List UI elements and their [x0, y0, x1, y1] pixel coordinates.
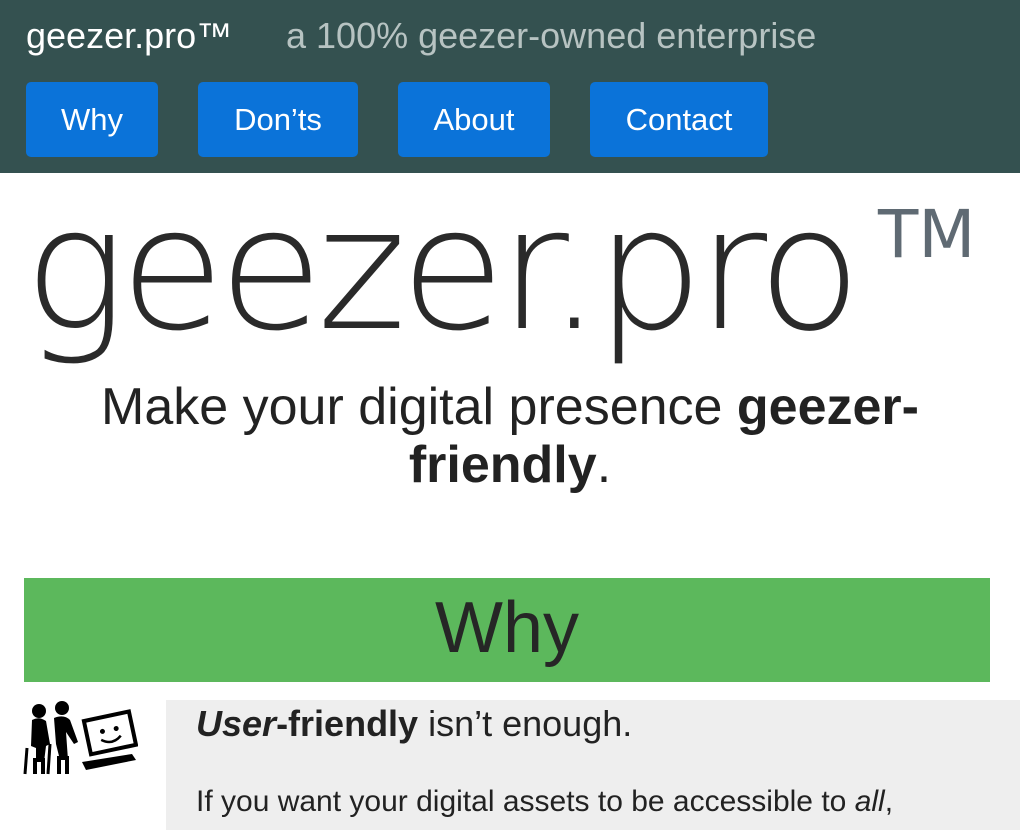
brand-name[interactable]: geezer.pro™: [26, 14, 232, 58]
why-body-text: If you want your digital assets to be ac…: [196, 785, 855, 818]
why-card: User-friendly isn’t enough. If you want …: [166, 700, 1020, 830]
why-heading-user: User: [196, 703, 277, 744]
elderly-couple-laptop-icon: [23, 701, 138, 775]
nav-contact-button[interactable]: Contact: [590, 82, 768, 157]
hero-trademark: TM: [878, 196, 976, 273]
nav-why-button[interactable]: Why: [26, 82, 158, 157]
why-heading-rest: isn’t enough.: [418, 703, 633, 744]
hero-subtitle-period: .: [596, 436, 612, 494]
why-heading: User-friendly isn’t enough.: [196, 702, 632, 746]
why-heading-friendly: -friendly: [276, 703, 419, 744]
why-body-comma: ,: [884, 785, 894, 818]
hero-subtitle: Make your digital presence geezer-friend…: [40, 378, 980, 494]
nav-about-button[interactable]: About: [398, 82, 550, 157]
nav-donts-button[interactable]: Don’ts: [198, 82, 358, 157]
why-banner: Why: [24, 578, 990, 682]
tagline: a 100% geezer-owned enterprise: [286, 15, 817, 56]
site-header: geezer.pro™ a 100% geezer-owned enterpri…: [0, 0, 1020, 173]
hero-title: geezer.pro: [24, 171, 861, 369]
why-body-emphasis: all: [854, 785, 885, 818]
hero-subtitle-text: Make your digital presence: [101, 378, 737, 436]
why-body: If you want your digital assets to be ac…: [196, 782, 893, 822]
